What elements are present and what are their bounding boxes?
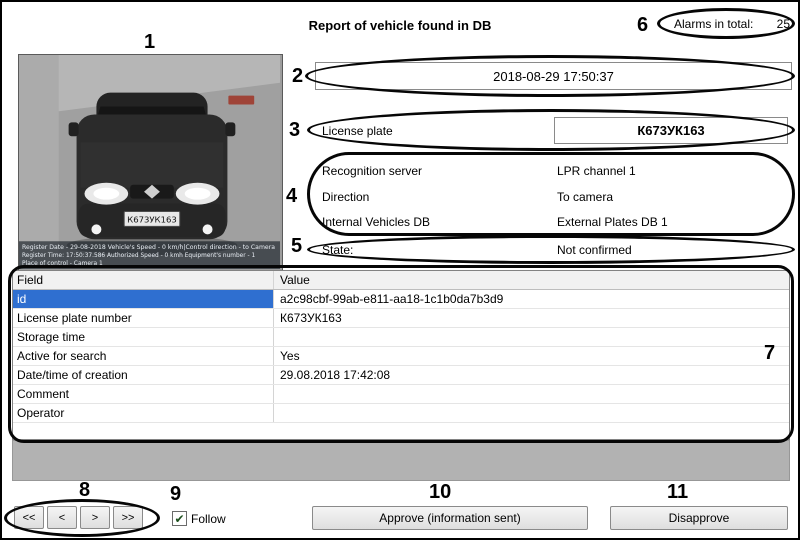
- direction-value: To camera: [557, 190, 613, 204]
- table-row[interactable]: Comment: [13, 385, 789, 404]
- row-field: Storage time: [13, 328, 274, 346]
- row-value: a2c98cbf-99ab-e811-aa18-1c1b0da7b3d9: [274, 290, 789, 308]
- annotation-number-8: 8: [79, 480, 90, 500]
- car-silhouette: К673УК163: [67, 93, 238, 255]
- red-marker: [228, 96, 254, 105]
- table-row[interactable]: Storage time: [13, 328, 789, 347]
- annotation-number-10: 10: [429, 482, 451, 502]
- row-value: К673УК163: [274, 309, 789, 327]
- vehicle-photo-canvas: К673УК163 Register Date - 29-08-2018 Veh…: [19, 55, 280, 269]
- fog-light-icon: [91, 224, 101, 234]
- column-header-value: Value: [274, 271, 789, 289]
- photo-plate-text: К673УК163: [127, 215, 177, 224]
- alarms-value: 25: [777, 17, 790, 31]
- follow-label: Follow: [191, 512, 226, 526]
- row-value: [274, 404, 789, 422]
- annotation-number-1: 1: [144, 32, 155, 52]
- photo-overlay-line: Register Date - 29-08-2018 Vehicle's Spe…: [22, 244, 275, 251]
- row-value: 29.08.2018 17:42:08: [274, 366, 789, 384]
- license-plate-value: К673УК163: [554, 117, 788, 144]
- approve-button[interactable]: Approve (information sent): [312, 506, 588, 530]
- table-row[interactable]: id a2c98cbf-99ab-e811-aa18-1c1b0da7b3d9: [13, 290, 789, 309]
- photo-overlay-line: Place of control - Camera 1: [22, 260, 103, 267]
- table-row[interactable]: Active for search Yes: [13, 347, 789, 366]
- nav-last-button[interactable]: >>: [113, 506, 143, 529]
- row-value: [274, 385, 789, 403]
- table-row[interactable]: Operator: [13, 404, 789, 423]
- row-field: Operator: [13, 404, 274, 422]
- row-field: License plate number: [13, 309, 274, 327]
- annotation-number-5: 5: [291, 236, 302, 256]
- fog-light-icon: [203, 224, 213, 234]
- annotation-number-4: 4: [286, 186, 297, 206]
- annotation-number-2: 2: [292, 66, 303, 86]
- internal-db-label: Internal Vehicles DB: [322, 215, 430, 229]
- report-window: Report of vehicle found in DB Alarms in …: [0, 0, 800, 540]
- internal-db-value: External Plates DB 1: [557, 215, 668, 229]
- nav-prev-button[interactable]: <: [47, 506, 77, 529]
- recognition-server-label: Recognition server: [322, 164, 422, 178]
- table-row[interactable]: License plate number К673УК163: [13, 309, 789, 328]
- column-header-field: Field: [13, 271, 274, 289]
- state-value: Not confirmed: [557, 243, 632, 257]
- license-plate-label: License plate: [322, 124, 393, 138]
- checkmark-icon: ✔: [174, 513, 184, 525]
- table-row[interactable]: Date/time of creation 29.08.2018 17:42:0…: [13, 366, 789, 385]
- nav-first-button[interactable]: <<: [14, 506, 44, 529]
- annotation-oval-5: [307, 235, 795, 264]
- annotation-number-9: 9: [170, 484, 181, 504]
- alarms-label: Alarms in total:: [674, 17, 753, 31]
- annotation-number-11: 11: [667, 482, 688, 502]
- nav-next-button[interactable]: >: [80, 506, 110, 529]
- row-field: Active for search: [13, 347, 274, 365]
- row-field: id: [13, 290, 274, 308]
- annotation-number-3: 3: [289, 120, 300, 140]
- table-header: Field Value: [13, 271, 789, 290]
- empty-grid-area: [12, 440, 790, 481]
- alarms-total: Alarms in total: 25: [674, 17, 790, 31]
- direction-label: Direction: [322, 190, 369, 204]
- row-value: Yes: [274, 347, 789, 365]
- recognition-server-value: LPR channel 1: [557, 164, 636, 178]
- follow-checkbox[interactable]: ✔: [172, 511, 187, 526]
- vehicle-photo: К673УК163 Register Date - 29-08-2018 Veh…: [18, 54, 283, 272]
- state-label: State:: [322, 243, 353, 257]
- properties-table: Field Value id a2c98cbf-99ab-e811-aa18-1…: [12, 270, 790, 440]
- row-field: Comment: [13, 385, 274, 403]
- disapprove-button[interactable]: Disapprove: [610, 506, 788, 530]
- row-field: Date/time of creation: [13, 366, 274, 384]
- datetime-field: 2018-08-29 17:50:37: [315, 62, 792, 90]
- row-value: [274, 328, 789, 346]
- photo-overlay-line: Register Time: 17:50:37.586 Authorized S…: [22, 252, 255, 259]
